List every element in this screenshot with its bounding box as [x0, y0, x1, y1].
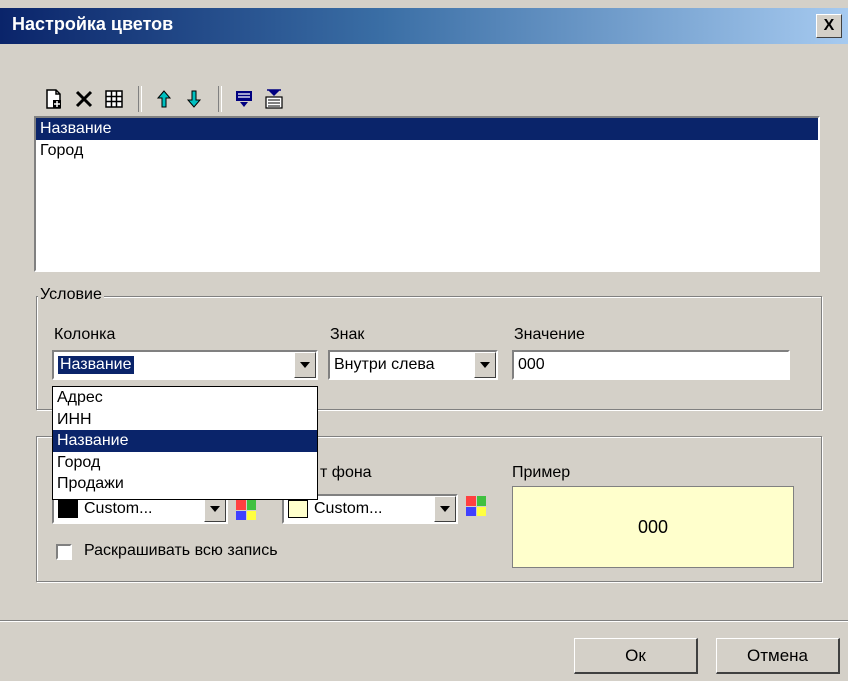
column-label: Колонка [54, 326, 116, 343]
toolbar-separator [218, 86, 222, 112]
move-up-icon[interactable] [150, 85, 178, 113]
bottom-divider [0, 620, 848, 622]
move-down-icon[interactable] [180, 85, 208, 113]
window-title: Настройка цветов [12, 14, 174, 34]
toolbar-separator [138, 86, 142, 112]
text-color-value: Custom... [84, 500, 153, 517]
color-settings-dialog: Настройка цветов X Название Город Услови… [0, 0, 848, 681]
toolbar [40, 82, 290, 116]
palette-icon[interactable] [466, 496, 486, 516]
cancel-button[interactable]: Отмена [716, 638, 840, 674]
title-bar: Настройка цветов X [0, 8, 848, 44]
condition-group-label: Условие [38, 286, 104, 304]
bg-color-value: Custom... [314, 500, 383, 517]
bg-color-label: т фона [320, 464, 372, 481]
palette-icon[interactable] [236, 500, 256, 520]
chevron-down-icon[interactable] [474, 352, 496, 378]
chevron-down-icon[interactable] [294, 352, 316, 378]
sign-label: Знак [330, 326, 365, 343]
dropdown-option[interactable]: Продажи [53, 473, 317, 495]
text-color-swatch [58, 500, 78, 518]
list-item[interactable]: Город [36, 140, 818, 162]
chevron-down-icon[interactable] [434, 496, 456, 522]
filter-icon[interactable] [230, 85, 258, 113]
bg-color-swatch [288, 500, 308, 518]
value-input[interactable]: 000 [512, 350, 790, 380]
column-dropdown-list[interactable]: Адрес ИНН Название Город Продажи [52, 386, 318, 500]
format-icon[interactable] [260, 85, 288, 113]
list-item[interactable]: Название [36, 118, 818, 140]
column-select[interactable]: Название [52, 350, 318, 380]
column-select-value: Название [58, 356, 134, 374]
whole-record-label: Раскрашивать всю запись [84, 542, 278, 559]
new-icon[interactable] [40, 85, 68, 113]
whole-record-checkbox[interactable] [56, 544, 72, 560]
grid-icon[interactable] [100, 85, 128, 113]
value-input-text: 000 [518, 356, 545, 373]
ok-button[interactable]: Ок [574, 638, 698, 674]
sign-select[interactable]: Внутри слева [328, 350, 498, 380]
close-button[interactable]: X [816, 14, 842, 38]
dropdown-option[interactable]: Адрес [53, 387, 317, 409]
dropdown-option[interactable]: ИНН [53, 409, 317, 431]
sample-label: Пример [512, 464, 571, 481]
rules-list[interactable]: Название Город [34, 116, 820, 272]
sign-select-value: Внутри слева [334, 356, 435, 373]
sample-preview: 000 [512, 486, 794, 568]
sample-text: 000 [637, 516, 669, 537]
delete-icon[interactable] [70, 85, 98, 113]
dropdown-option[interactable]: Название [53, 430, 317, 452]
value-label: Значение [514, 326, 585, 343]
dropdown-option[interactable]: Город [53, 452, 317, 474]
